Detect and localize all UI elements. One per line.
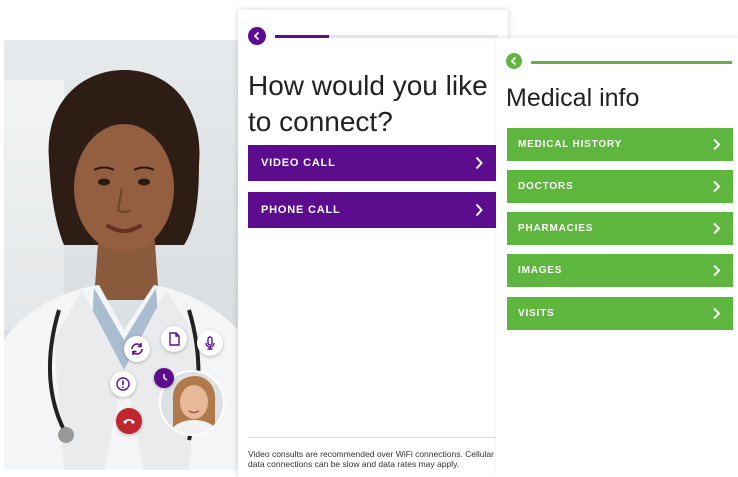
chevron-right-icon — [713, 222, 721, 235]
rotate-icon — [163, 374, 168, 381]
phone-call-label: PHONE CALL — [261, 204, 341, 216]
back-button[interactable] — [506, 53, 522, 69]
chevron-right-icon — [713, 138, 721, 151]
visits-button[interactable]: VISITS — [507, 297, 733, 330]
document-button[interactable] — [161, 326, 187, 352]
chevron-left-icon — [510, 56, 517, 66]
alert-icon — [116, 377, 130, 391]
connection-footnote: Video consults are recommended over WiFi… — [248, 449, 494, 469]
progress-fill — [275, 35, 329, 38]
doctors-label: DOCTORS — [518, 181, 574, 192]
chevron-right-icon — [475, 156, 483, 170]
progress-header — [506, 53, 732, 71]
microphone-button[interactable] — [197, 330, 223, 356]
medical-history-label: MEDICAL HISTORY — [518, 139, 623, 150]
chevron-right-icon — [713, 307, 721, 320]
progress-bar — [531, 61, 732, 64]
page-title: How would you like to connect? — [248, 70, 488, 137]
connect-method-panel: How would you like to connect? VIDEO CAL… — [238, 10, 508, 477]
rotate-view-button[interactable] — [154, 368, 174, 388]
switch-camera-button[interactable] — [124, 336, 150, 362]
video-call-view — [4, 40, 238, 470]
images-label: IMAGES — [518, 265, 563, 276]
chevron-right-icon — [713, 264, 721, 277]
images-button[interactable]: IMAGES — [507, 254, 733, 287]
video-call-label: VIDEO CALL — [261, 157, 336, 169]
doctors-button[interactable]: DOCTORS — [507, 170, 733, 203]
alert-button[interactable] — [110, 371, 136, 397]
back-button[interactable] — [248, 27, 266, 45]
medical-info-panel: Medical info MEDICAL HISTORY DOCTORS PHA… — [496, 38, 738, 477]
pharmacies-label: PHARMACIES — [518, 223, 594, 234]
page-title: Medical info — [506, 84, 640, 112]
switch-camera-icon — [131, 343, 143, 355]
visits-label: VISITS — [518, 308, 555, 319]
progress-header — [248, 27, 498, 45]
medical-history-button[interactable]: MEDICAL HISTORY — [507, 128, 733, 161]
chevron-right-icon — [713, 180, 721, 193]
end-call-icon — [123, 419, 135, 424]
video-call-button[interactable]: VIDEO CALL — [248, 145, 497, 181]
end-call-button[interactable] — [116, 408, 142, 434]
document-icon — [169, 332, 180, 346]
footer-divider — [248, 437, 498, 438]
pharmacies-button[interactable]: PHARMACIES — [507, 212, 733, 245]
chevron-left-icon — [253, 31, 260, 41]
microphone-icon — [205, 336, 215, 350]
phone-call-button[interactable]: PHONE CALL — [248, 192, 497, 228]
chevron-right-icon — [475, 203, 483, 217]
progress-bar — [275, 35, 498, 38]
